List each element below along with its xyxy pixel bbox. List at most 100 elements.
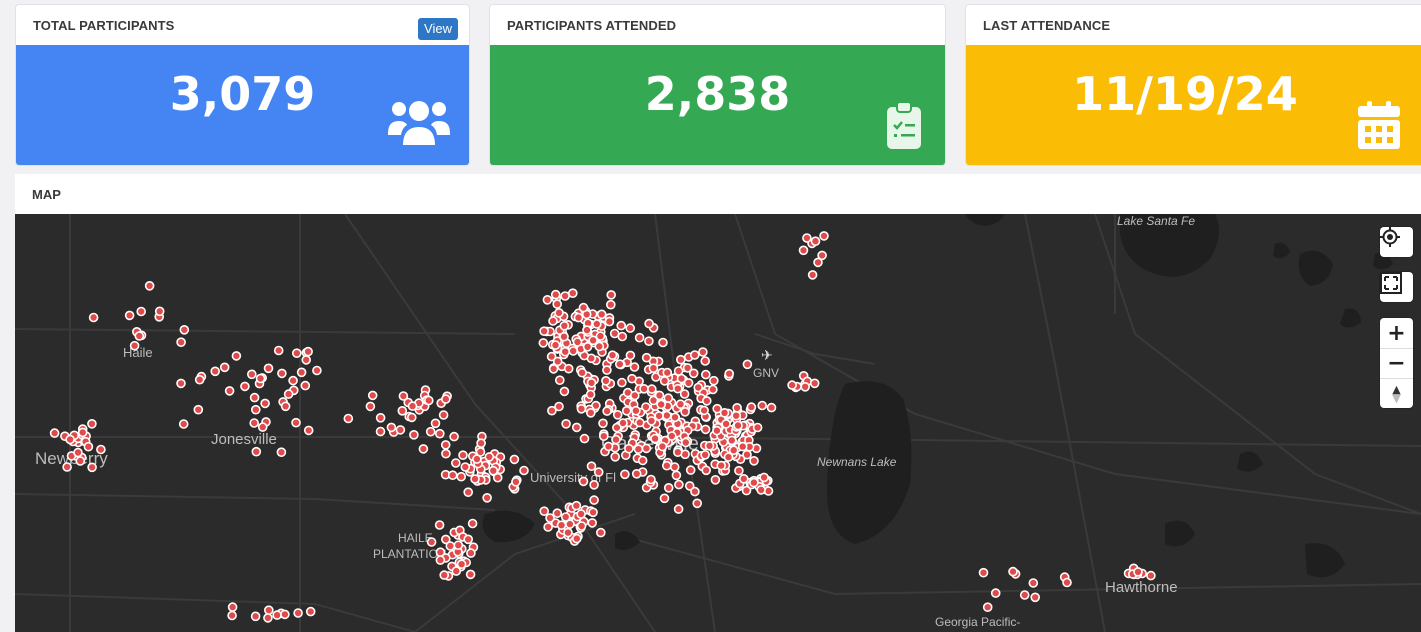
participant-marker[interactable]	[375, 413, 386, 423]
participant-marker[interactable]	[579, 433, 590, 444]
participant-marker[interactable]	[492, 472, 503, 483]
participant-marker[interactable]	[982, 602, 993, 613]
participant-marker[interactable]	[610, 452, 621, 462]
participant-marker[interactable]	[749, 456, 759, 466]
participant-marker[interactable]	[450, 458, 461, 468]
participant-marker[interactable]	[1030, 592, 1041, 603]
participant-marker[interactable]	[406, 412, 417, 423]
participant-marker[interactable]	[548, 316, 558, 326]
participant-marker[interactable]	[249, 392, 260, 403]
participant-marker[interactable]	[671, 470, 682, 481]
participant-marker[interactable]	[176, 337, 186, 347]
participant-marker[interactable]	[476, 438, 486, 448]
participant-marker[interactable]	[456, 559, 467, 570]
participant-marker[interactable]	[654, 411, 664, 421]
participant-marker[interactable]	[644, 336, 654, 346]
participant-marker[interactable]	[560, 346, 571, 357]
participant-marker[interactable]	[689, 350, 700, 360]
participant-marker[interactable]	[666, 431, 677, 441]
participant-marker[interactable]	[700, 424, 711, 435]
participant-marker[interactable]	[231, 351, 242, 361]
participant-marker[interactable]	[742, 359, 753, 370]
participant-marker[interactable]	[283, 389, 294, 399]
participant-marker[interactable]	[1062, 577, 1072, 588]
participant-marker[interactable]	[595, 527, 606, 538]
participant-marker[interactable]	[435, 555, 446, 565]
participant-marker[interactable]	[397, 406, 408, 416]
participant-marker[interactable]	[552, 356, 563, 367]
participant-marker[interactable]	[1019, 590, 1030, 600]
participant-marker[interactable]	[728, 445, 739, 455]
map-view[interactable]: Lake Santa Fe Haile GNV ✈ Newberry Jones…	[15, 214, 1421, 632]
participant-marker[interactable]	[701, 396, 712, 406]
participant-marker[interactable]	[511, 476, 521, 487]
participant-marker[interactable]	[343, 413, 354, 424]
participant-marker[interactable]	[301, 355, 312, 365]
participant-marker[interactable]	[798, 245, 809, 256]
geolocate-control[interactable]	[1380, 227, 1413, 257]
participant-marker[interactable]	[251, 446, 262, 457]
participant-marker[interactable]	[257, 422, 268, 432]
participant-marker[interactable]	[554, 375, 565, 385]
participant-marker[interactable]	[716, 460, 727, 471]
participant-marker[interactable]	[484, 452, 495, 462]
fullscreen-button[interactable]	[1380, 272, 1413, 302]
participant-marker[interactable]	[746, 402, 757, 412]
participant-marker[interactable]	[559, 321, 570, 331]
participant-marker[interactable]	[409, 430, 419, 440]
reset-north-button[interactable]: ▲ ▼	[1380, 378, 1413, 408]
participant-marker[interactable]	[738, 473, 749, 484]
participant-marker[interactable]	[646, 416, 657, 426]
geolocate-button[interactable]	[1380, 227, 1413, 257]
participant-marker[interactable]	[296, 367, 307, 378]
participant-marker[interactable]	[179, 325, 190, 335]
participant-marker[interactable]	[670, 412, 680, 423]
participant-marker[interactable]	[710, 474, 721, 485]
participant-marker[interactable]	[631, 405, 641, 416]
participant-marker[interactable]	[734, 465, 744, 476]
participant-marker[interactable]	[787, 380, 797, 390]
participant-marker[interactable]	[800, 382, 811, 392]
participant-marker[interactable]	[614, 359, 625, 369]
participant-marker[interactable]	[673, 366, 684, 376]
participant-marker[interactable]	[227, 602, 238, 612]
participant-marker[interactable]	[700, 450, 710, 460]
participant-marker[interactable]	[650, 433, 660, 444]
participant-marker[interactable]	[802, 233, 812, 243]
participant-marker[interactable]	[617, 331, 628, 342]
participant-marker[interactable]	[539, 506, 550, 517]
participant-marker[interactable]	[224, 386, 235, 396]
participant-marker[interactable]	[708, 375, 719, 386]
participant-marker[interactable]	[563, 363, 574, 374]
participant-marker[interactable]	[606, 290, 617, 300]
participant-marker[interactable]	[73, 447, 83, 458]
participant-marker[interactable]	[277, 368, 287, 379]
participant-marker[interactable]	[732, 403, 742, 413]
participant-marker[interactable]	[620, 469, 630, 480]
participant-marker[interactable]	[680, 437, 691, 448]
participant-marker[interactable]	[438, 410, 449, 420]
participant-marker[interactable]	[662, 367, 673, 378]
participant-marker[interactable]	[639, 384, 649, 394]
participant-marker[interactable]	[641, 352, 652, 363]
participant-marker[interactable]	[673, 504, 684, 514]
participant-marker[interactable]	[663, 393, 674, 403]
participant-marker[interactable]	[556, 520, 567, 531]
participant-marker[interactable]	[756, 485, 766, 495]
participant-marker[interactable]	[607, 350, 618, 360]
participant-marker[interactable]	[439, 570, 450, 580]
participant-marker[interactable]	[276, 447, 287, 457]
participant-marker[interactable]	[625, 350, 636, 361]
participant-marker[interactable]	[587, 518, 598, 528]
participant-marker[interactable]	[467, 518, 478, 529]
participant-marker[interactable]	[291, 417, 301, 428]
participant-marker[interactable]	[545, 513, 555, 523]
participant-marker[interactable]	[519, 465, 529, 476]
participant-marker[interactable]	[273, 345, 284, 356]
participant-marker[interactable]	[554, 308, 564, 318]
participant-marker[interactable]	[293, 608, 303, 618]
participant-marker[interactable]	[303, 346, 313, 357]
participant-marker[interactable]	[96, 444, 106, 455]
participant-marker[interactable]	[375, 426, 386, 437]
participant-marker[interactable]	[440, 394, 451, 404]
